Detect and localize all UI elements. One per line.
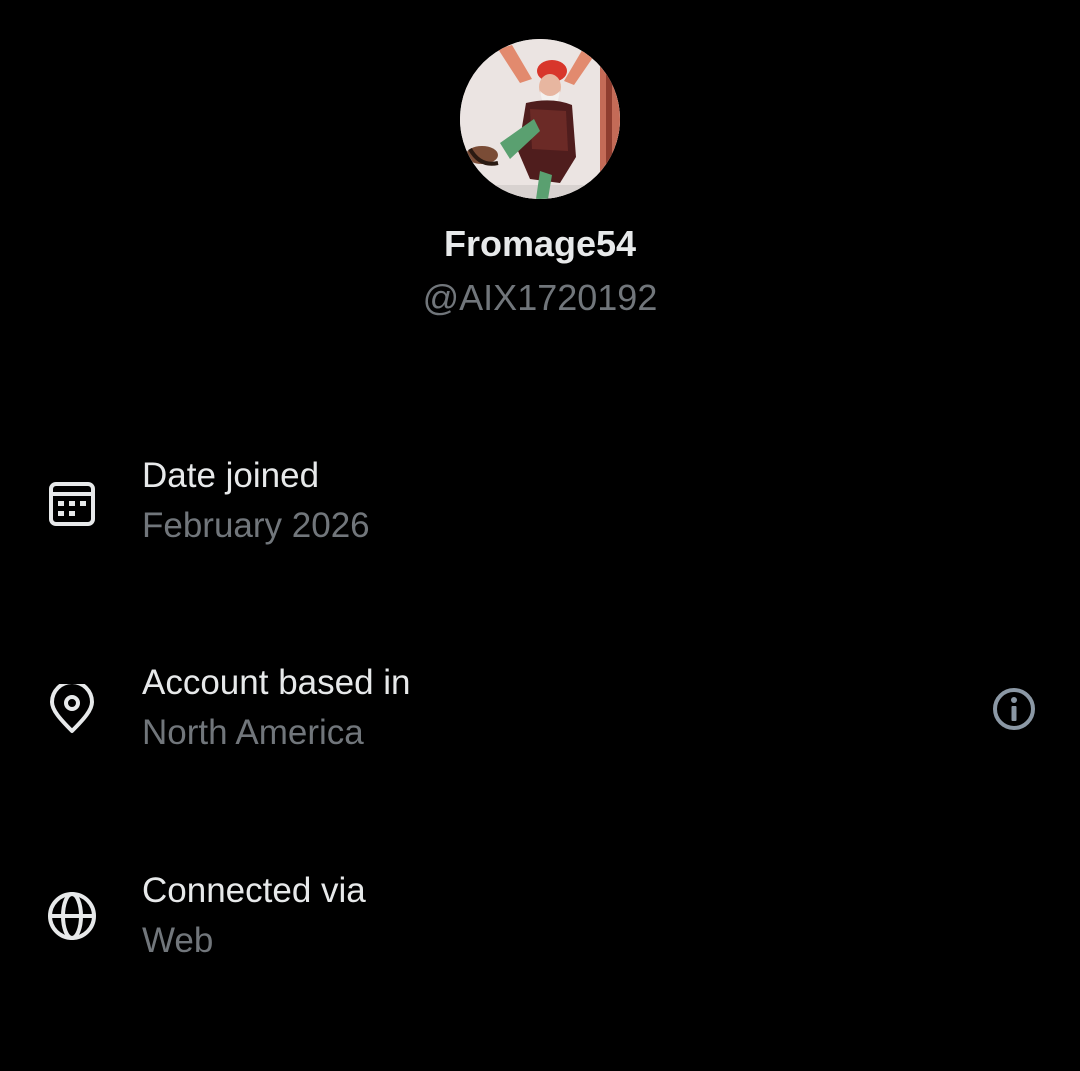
profile-header: Fromage54 @AIX1720192 <box>0 0 1080 340</box>
connected-via-value: Web <box>142 921 214 960</box>
date-joined-row: Date joined February 2026 <box>0 455 1080 565</box>
username-handle: @AIX1720192 <box>422 277 658 318</box>
connected-via-label: Connected via <box>142 871 366 910</box>
account-based-in-label: Account based in <box>142 663 411 702</box>
date-joined-label: Date joined <box>142 456 320 495</box>
location-pin-icon <box>46 684 98 736</box>
account-based-in-row: Account based in North America <box>0 662 1080 772</box>
avatar[interactable] <box>460 39 620 199</box>
info-icon[interactable] <box>990 685 1038 733</box>
account-based-in-value: North America <box>142 713 364 752</box>
globe-icon <box>46 890 98 942</box>
calendar-icon <box>46 477 98 529</box>
display-name: Fromage54 <box>443 223 637 264</box>
jester-illustration-avatar <box>460 39 620 199</box>
connected-via-row: Connected via Web <box>0 870 1080 980</box>
date-joined-value: February 2026 <box>142 506 370 545</box>
